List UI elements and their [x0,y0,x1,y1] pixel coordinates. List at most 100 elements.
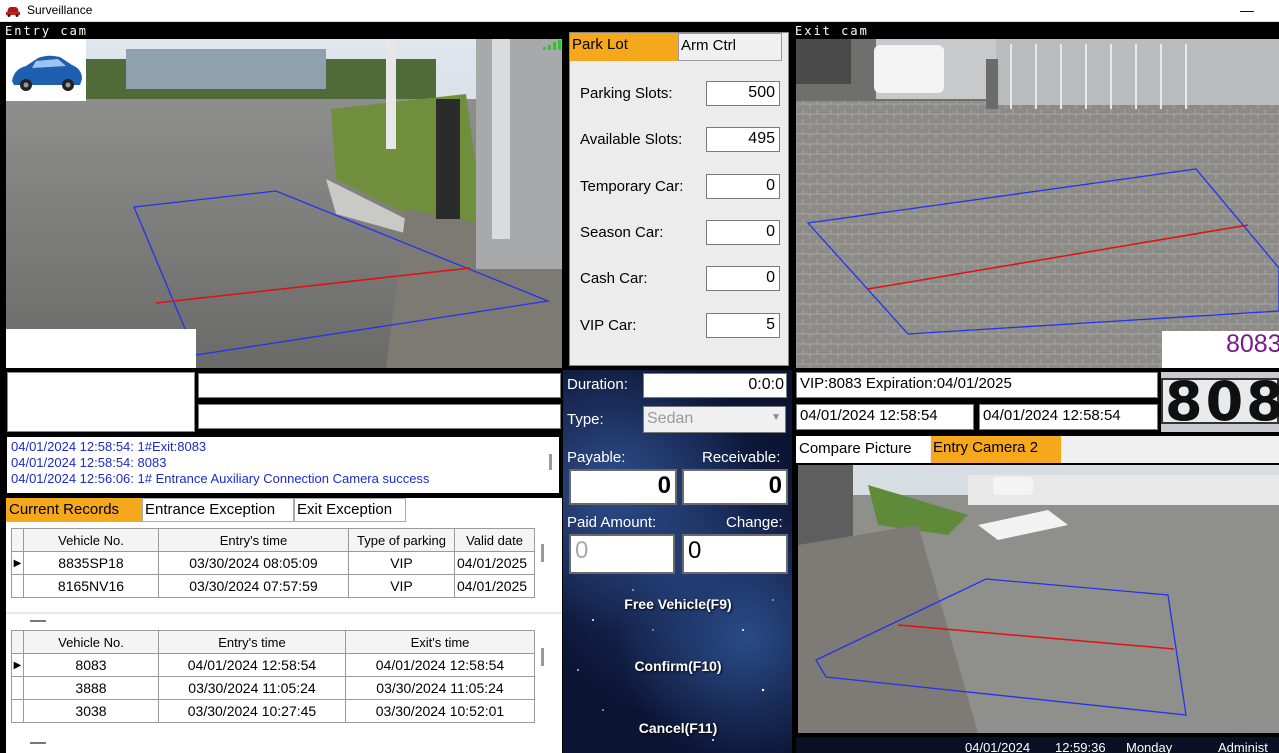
log-scrollbar[interactable] [549,454,552,470]
history-scrollbar[interactable] [541,648,544,666]
duration-label: Duration: [567,376,628,393]
table-row[interactable]: ▶ 8835SP18 03/30/2024 08:05:09 VIP 04/01… [11,551,535,575]
available-slots-label: Available Slots: [580,131,683,148]
tab-park-lot[interactable]: Park Lot [570,33,678,61]
change-label: Change: [726,514,783,531]
vehicle-no-cell: 8165NV16 [23,574,159,598]
column-header[interactable]: Exit's time [345,630,535,654]
tab-entry-camera-2[interactable]: Entry Camera 2 [931,436,1061,463]
splitter-handle-icon[interactable] [30,742,46,744]
current-records-panel: Vehicle No. Entry's time Type of parking… [6,522,562,614]
table-row[interactable]: 3888 03/30/2024 11:05:24 03/30/2024 11:0… [11,676,535,700]
exit-camera-view: 8083 [796,39,1279,368]
duration-field: 0:0:0 [643,373,787,398]
change-field: 0 [682,534,788,574]
plate-image-text: 808 [1165,372,1279,432]
type-select-value: Sedan [647,410,694,427]
tab-exit-exception[interactable]: Exit Exception [294,498,406,522]
status-date: 04/01/2024 [965,740,1031,753]
temporary-car-value: 0 [706,174,780,199]
payable-label: Payable: [567,449,626,466]
status-day: Monday [1126,740,1173,753]
entry-time-cell: 03/30/2024 11:05:24 [158,676,346,700]
exit-entry-time-field: 04/01/2024 12:58:54 [796,404,974,430]
vip-car-label: VIP Car: [580,317,637,334]
car-logo-icon [6,39,86,101]
entry-cam-label: Entry cam [5,24,89,38]
compare-tabs: Compare Picture Entry Camera 2 [796,436,1279,463]
event-log: 04/01/2024 12:58:54: 1#Exit:8083 04/01/2… [7,437,559,493]
history-records-panel: Vehicle No. Entry's time Exit's time ▶ 8… [6,630,562,753]
vehicle-no-cell: 8083 [23,653,159,677]
compare-camera-view [798,465,1279,733]
vip-info-field: VIP:8083 Expiration:04/01/2025 [796,372,1158,398]
tab-arm-ctrl[interactable]: Arm Ctrl [678,33,782,61]
status-user: Administ [1218,740,1268,753]
vehicle-type-select[interactable]: Sedan ▼ [643,406,786,433]
column-header[interactable]: Entry's time [158,630,346,654]
table-row[interactable]: 3038 03/30/2024 10:27:45 03/30/2024 10:5… [11,699,535,723]
valid-date-cell: 04/01/2025 [454,551,535,575]
entry-time-cell: 03/30/2024 07:57:59 [158,574,349,598]
park-lot-stats-panel: Park Lot Arm Ctrl Parking Slots: 500 Ava… [569,32,789,366]
column-header[interactable]: Entry's time [158,528,349,552]
column-header[interactable]: Vehicle No. [23,630,159,654]
parking-slots-value: 500 [706,81,780,106]
entry-info-field-1 [198,373,561,398]
parking-type-cell: VIP [348,574,455,598]
paid-amount-input[interactable]: 0 [569,534,675,574]
vehicle-no-cell: 3888 [23,676,159,700]
row-pointer-icon: ▶ [11,551,24,575]
log-line: 04/01/2024 12:58:54: 1#Exit:8083 [11,439,207,454]
dropdown-arrow-icon[interactable]: ▼ [771,412,781,423]
splitter-handle-icon[interactable] [30,620,46,622]
tab-compare-picture[interactable]: Compare Picture [796,436,930,463]
exit-time-cell: 03/30/2024 11:05:24 [345,676,535,700]
vip-car-value: 5 [706,313,780,338]
receivable-field: 0 [682,469,788,505]
exit-time-cell: 04/01/2024 12:58:54 [345,653,535,677]
entry-camera-view [6,39,562,368]
confirm-button[interactable]: Confirm(F10) [593,658,763,674]
cancel-button[interactable]: Cancel(F11) [593,720,763,736]
column-header[interactable]: Vehicle No. [23,528,159,552]
parking-slots-label: Parking Slots: [580,85,673,102]
status-time: 12:59:36 [1055,740,1106,753]
record-tabs: Current Records Entrance Exception Exit … [6,498,562,522]
exit-cam-label: Exit cam [795,24,869,38]
type-label: Type: [567,411,604,428]
column-header[interactable]: Type of parking [348,528,455,552]
history-records-table: Vehicle No. Entry's time Exit's time ▶ 8… [11,630,535,723]
free-vehicle-button[interactable]: Free Vehicle(F9) [593,596,763,612]
entry-info-field-2 [198,404,561,429]
exit-exit-time-field: 04/01/2024 12:58:54 [979,404,1158,430]
exit-camera-image [796,39,1279,368]
exit-time-cell: 03/30/2024 10:52:01 [345,699,535,723]
table-row[interactable]: ▶ 8083 04/01/2024 12:58:54 04/01/2024 12… [11,653,535,677]
entry-plate-image [7,372,195,432]
compare-camera-image [798,465,1279,733]
column-header[interactable]: Valid date [454,528,535,552]
status-bar [796,737,1279,753]
log-line: 04/01/2024 12:58:54: 8083 [11,455,167,470]
signal-icon [543,40,561,50]
available-slots-value: 495 [706,127,780,152]
vehicle-no-cell: 3038 [23,699,159,723]
row-pointer-icon: ▶ [11,653,24,677]
season-car-value: 0 [706,220,780,245]
minimize-button[interactable]: — [1237,0,1257,22]
table-row[interactable]: 8165NV16 03/30/2024 07:57:59 VIP 04/01/2… [11,574,535,598]
cash-car-label: Cash Car: [580,270,648,287]
tab-current-records[interactable]: Current Records [6,498,142,522]
season-car-label: Season Car: [580,224,664,241]
tab-entrance-exception[interactable]: Entrance Exception [142,498,294,522]
exit-plate-image: 808 [1161,372,1279,432]
entry-time-cell: 04/01/2024 12:58:54 [158,653,346,677]
entry-time-cell: 03/30/2024 10:27:45 [158,699,346,723]
table-header-row: Vehicle No. Entry's time Type of parking… [11,528,535,552]
current-records-scrollbar[interactable] [541,544,544,562]
paid-amount-label: Paid Amount: [567,514,657,531]
cash-car-value: 0 [706,266,780,291]
splitter[interactable] [6,614,562,630]
window-title: Surveillance [27,3,93,17]
